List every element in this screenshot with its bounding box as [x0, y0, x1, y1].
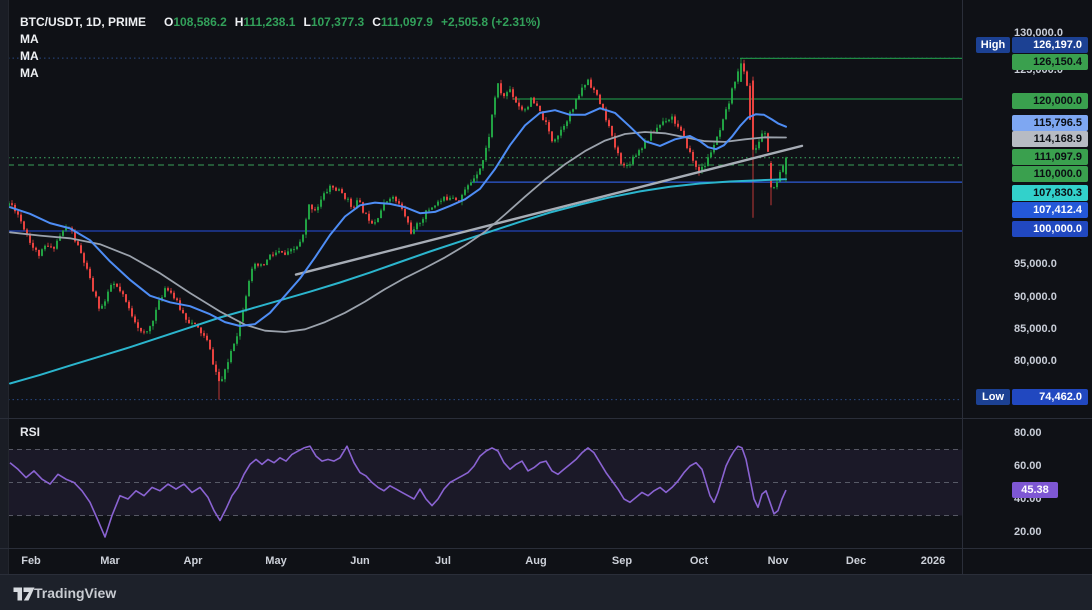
time-label-oct: Oct: [689, 555, 709, 567]
rsi-value-label: 45.38: [1012, 482, 1058, 498]
high-value: 111,238.1: [243, 15, 296, 29]
time-label-mar: Mar: [100, 555, 120, 567]
price-tick: 85,000.0: [1014, 323, 1057, 335]
rsi-indicator-label[interactable]: RSI: [20, 425, 40, 439]
low-marker-badge: Low: [976, 389, 1010, 405]
price-label: 100,000.0: [1012, 221, 1088, 237]
time-label-jul: Jul: [435, 555, 451, 567]
ma-legend-row-2[interactable]: MA: [20, 48, 540, 64]
price-axis[interactable]: 130,000.0 125,000.0 95,000.0 90,000.0 85,000…: [963, 0, 1092, 575]
price-label: 126,150.4: [1012, 54, 1088, 70]
time-axis[interactable]: Feb Mar Apr May Jun Jul Aug Sep Oct Nov Dec 2026: [0, 549, 962, 575]
time-label-aug: Aug: [525, 555, 547, 567]
open-value: 108,586.2: [173, 15, 227, 29]
symbol-row[interactable]: BTC/USDT, 1D, PRIME O108,586.2 H111,238.1 L…: [20, 14, 540, 30]
rsi-tick: 80.00: [1014, 427, 1042, 439]
time-label-apr: Apr: [183, 555, 203, 567]
close-label: C: [372, 15, 381, 29]
rsi-pane: [8, 445, 962, 538]
price-label: 126,197.0: [1012, 37, 1088, 53]
time-label-feb: Feb: [21, 555, 41, 567]
change-value: +2,505.8 (+2.31%): [440, 15, 541, 29]
price-label: 110,000.0: [1012, 166, 1088, 182]
pane-separator-main-rsi[interactable]: [0, 418, 1092, 419]
time-label-sep: Sep: [611, 555, 633, 567]
low-label: L: [303, 15, 311, 29]
rsi-tick: 20.00: [1014, 526, 1042, 538]
ma-fast-line[interactable]: [9, 107, 787, 327]
price-label: 111,097.9: [1012, 149, 1088, 165]
bottom-toolbar: TradingView: [0, 575, 1092, 610]
high-marker-badge: High: [976, 37, 1010, 53]
tradingview-brand-text[interactable]: TradingView: [34, 585, 116, 601]
horizontal-price-lines: [8, 57, 962, 401]
symbol-title[interactable]: BTC/USDT, 1D, PRIME: [20, 15, 146, 29]
time-label-may: May: [265, 555, 287, 567]
time-label-nov: Nov: [767, 555, 789, 567]
rsi-tick: 60.00: [1014, 460, 1042, 472]
price-label: 107,412.4: [1012, 202, 1088, 218]
ma-legend-row-1[interactable]: MA: [20, 31, 540, 47]
price-tick: 95,000.0: [1014, 258, 1057, 270]
time-label-2026: 2026: [920, 555, 946, 567]
time-label-jun: Jun: [350, 555, 370, 567]
price-tick: 80,000.0: [1014, 355, 1057, 367]
chart-legend: BTC/USDT, 1D, PRIME O108,586.2 H111,238.1 L…: [20, 14, 540, 82]
price-tick: 90,000.0: [1014, 291, 1057, 303]
close-value: 111,097.9: [380, 15, 433, 29]
tradingview-logo-icon[interactable]: [13, 587, 35, 601]
price-chart-canvas[interactable]: [0, 0, 1092, 610]
low-value: 107,377.3: [310, 15, 365, 29]
open-label: O: [164, 15, 174, 29]
left-edge-strip: [0, 0, 9, 575]
ma-legend-row-3[interactable]: MA: [20, 65, 540, 81]
trading-chart-app: BTC/USDT, 1D, PRIME O108,586.2 H111,238.1 L…: [0, 0, 1092, 610]
price-label: 120,000.0: [1012, 93, 1088, 109]
price-label: 74,462.0: [1012, 389, 1088, 405]
price-label: 115,796.5: [1012, 115, 1088, 131]
time-label-dec: Dec: [845, 555, 867, 567]
price-label: 107,830.3: [1012, 185, 1088, 201]
price-label: 114,168.9: [1012, 131, 1088, 147]
